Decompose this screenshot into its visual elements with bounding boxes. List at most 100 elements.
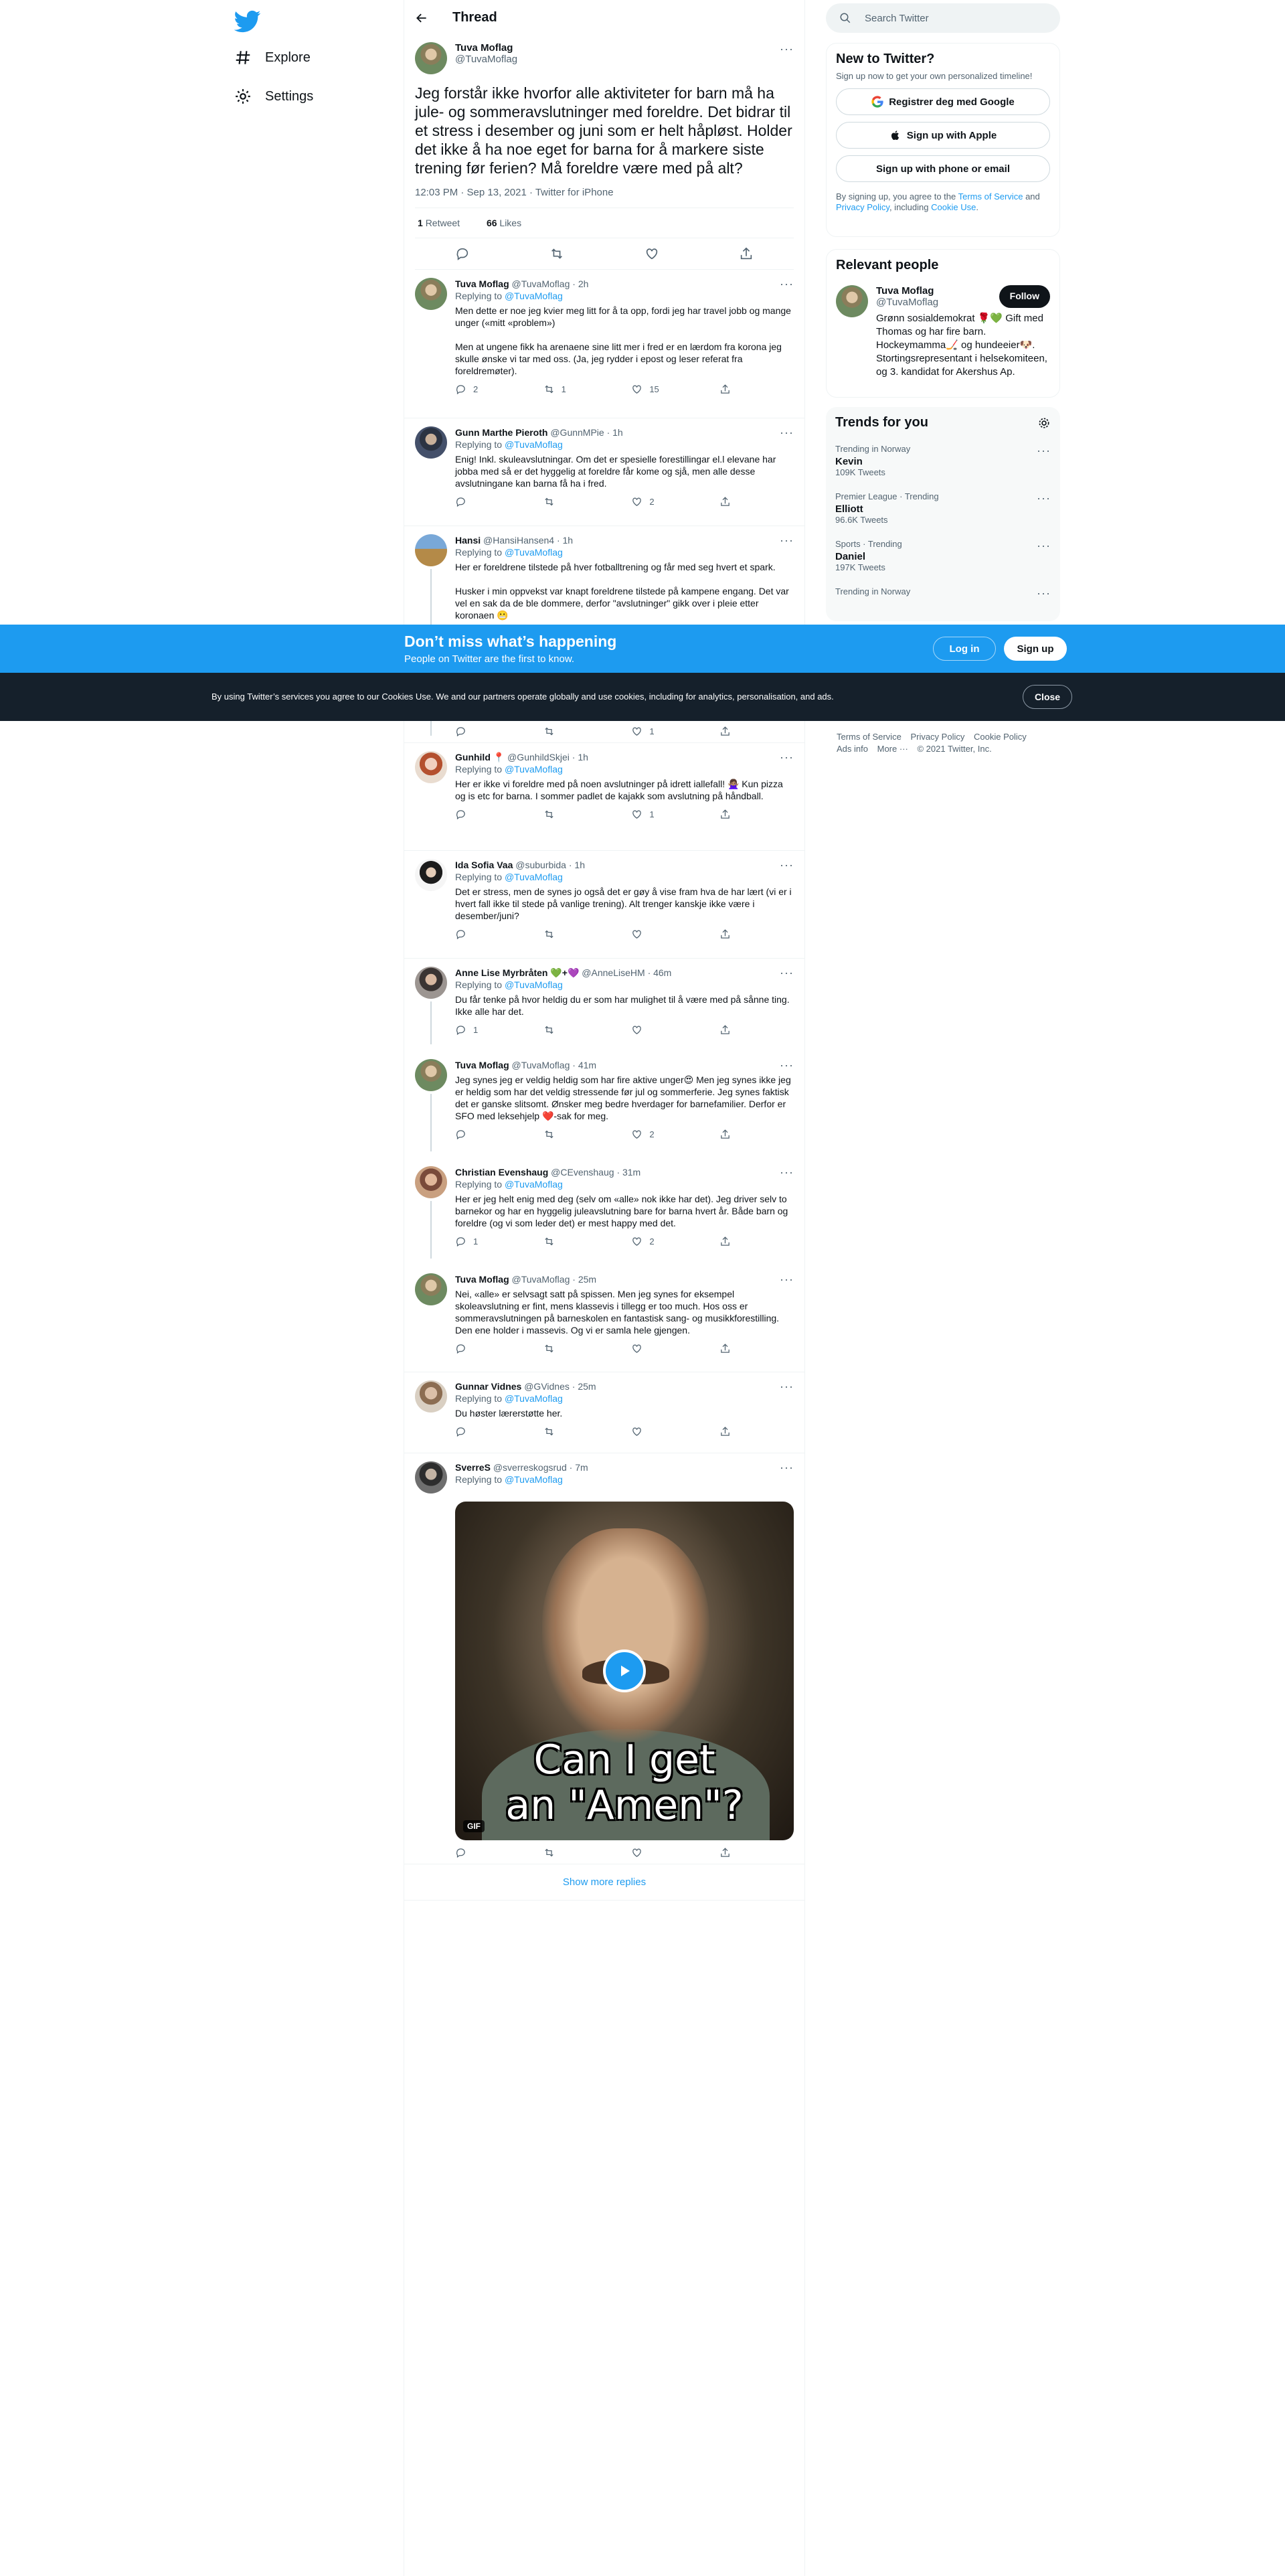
- avatar[interactable]: [415, 1461, 447, 1494]
- more-options-icon[interactable]: ···: [780, 1461, 794, 1473]
- author-name[interactable]: Tuva Moflag: [455, 1274, 509, 1285]
- author-handle[interactable]: @suburbida: [515, 860, 566, 870]
- twitter-bird-icon[interactable]: [234, 8, 261, 35]
- retweet-button[interactable]: [543, 929, 617, 940]
- trend-item[interactable]: Trending in Norway ···: [835, 586, 1051, 600]
- avatar[interactable]: [415, 278, 447, 310]
- avatar[interactable]: [415, 426, 447, 459]
- author-handle[interactable]: @TuvaMoflag: [512, 278, 570, 289]
- nav-settings[interactable]: Settings: [234, 79, 313, 114]
- more-options-icon[interactable]: ···: [1037, 491, 1051, 505]
- footer-cookie-link[interactable]: Cookie Policy: [974, 732, 1027, 742]
- footer-terms-link[interactable]: Terms of Service: [837, 732, 902, 742]
- more-options-icon[interactable]: ···: [1037, 539, 1051, 553]
- tweet-time[interactable]: · 1h: [569, 860, 585, 870]
- replying-to-link[interactable]: @TuvaMoflag: [505, 1474, 563, 1485]
- avatar[interactable]: [415, 1059, 447, 1091]
- retweets-stat[interactable]: 1 Retweet: [418, 218, 472, 228]
- author-handle[interactable]: @TuvaMoflag: [512, 1060, 570, 1070]
- reply-tweet[interactable]: Tuva Moflag @TuvaMoflag · 41m ··· Jeg syn…: [404, 1051, 804, 1158]
- footer-more-link[interactable]: More ···: [877, 744, 908, 754]
- tweet-time[interactable]: · 46m: [648, 967, 672, 978]
- author-name[interactable]: Gunnar Vidnes: [455, 1381, 521, 1392]
- google-signup-button[interactable]: Registrer deg med Google: [836, 88, 1050, 115]
- more-options-icon[interactable]: ···: [780, 278, 794, 290]
- like-button[interactable]: [631, 929, 705, 940]
- like-button[interactable]: 1: [631, 726, 705, 737]
- retweet-button[interactable]: [543, 1129, 617, 1140]
- more-options-icon[interactable]: ···: [780, 1380, 794, 1392]
- trend-item[interactable]: Trending in Norway Kevin 109K Tweets ···: [835, 444, 1051, 478]
- play-button[interactable]: [603, 1649, 646, 1692]
- tweet-time[interactable]: · 1h: [557, 535, 573, 546]
- share-button[interactable]: [719, 1343, 740, 1354]
- reply-tweet[interactable]: Christian Evenshaug @CEvenshaug · 31m ···…: [404, 1158, 804, 1265]
- author-name[interactable]: Gunhild 📍: [455, 752, 505, 762]
- reply-tweet[interactable]: Ida Sofia Vaa @suburbida · 1h ··· Replyin…: [404, 851, 804, 959]
- author-handle[interactable]: @GunhildSkjei: [507, 752, 570, 762]
- replying-to-link[interactable]: @TuvaMoflag: [505, 291, 563, 301]
- footer-privacy-link[interactable]: Privacy Policy: [910, 732, 964, 742]
- avatar[interactable]: [415, 1166, 447, 1198]
- more-options-icon[interactable]: ···: [780, 1273, 794, 1285]
- more-options-icon[interactable]: ···: [1037, 586, 1051, 600]
- reply-tweet[interactable]: Tuva Moflag @TuvaMoflag · 2h ··· Replying…: [404, 270, 804, 418]
- trend-item[interactable]: Premier League · Trending Elliott 96.6K …: [835, 491, 1051, 526]
- author-handle[interactable]: @TuvaMoflag: [455, 54, 780, 65]
- like-button[interactable]: [631, 1847, 705, 1858]
- more-options-icon[interactable]: ···: [780, 1059, 794, 1071]
- author-name[interactable]: Tuva Moflag: [455, 42, 780, 54]
- replying-to-link[interactable]: @TuvaMoflag: [505, 439, 563, 450]
- share-button[interactable]: [719, 1426, 740, 1437]
- phone-signup-button[interactable]: Sign up with phone or email: [836, 155, 1050, 182]
- avatar[interactable]: [415, 859, 447, 891]
- author-handle[interactable]: @AnneLiseHM: [582, 967, 645, 978]
- reply-button[interactable]: [455, 1343, 529, 1354]
- avatar[interactable]: [415, 1273, 447, 1305]
- more-options-icon[interactable]: ···: [780, 1166, 794, 1178]
- reply-tweet[interactable]: SverreS @sverreskogsrud · 7m ··· Replying…: [404, 1453, 804, 1864]
- like-button[interactable]: [631, 1426, 705, 1437]
- avatar[interactable]: [415, 534, 447, 566]
- author-name[interactable]: Ida Sofia Vaa: [455, 860, 513, 870]
- retweet-button[interactable]: [543, 1426, 617, 1437]
- retweet-button[interactable]: [543, 496, 617, 507]
- share-button[interactable]: [719, 1847, 740, 1858]
- author-name[interactable]: SverreS: [455, 1462, 491, 1473]
- reply-tweet[interactable]: Gunn Marthe Pieroth @GunnMPie · 1h ··· Re…: [404, 418, 804, 526]
- like-button[interactable]: [631, 1024, 705, 1036]
- reply-button[interactable]: [455, 809, 529, 820]
- tweet-time[interactable]: · 41m: [572, 1060, 596, 1070]
- tweet-time[interactable]: · 7m: [570, 1462, 588, 1473]
- author-handle[interactable]: @GunnMPie: [550, 427, 604, 438]
- like-button[interactable]: 2: [631, 1236, 705, 1247]
- author-name[interactable]: Tuva Moflag: [455, 1060, 509, 1070]
- cookie-use-link[interactable]: Cookie Use: [931, 202, 976, 212]
- reply-tweet[interactable]: Tuva Moflag @TuvaMoflag · 25m ··· Nei, «a…: [404, 1265, 804, 1372]
- likes-stat[interactable]: 66 Likes: [487, 218, 533, 228]
- like-button[interactable]: 2: [631, 496, 705, 507]
- reply-button[interactable]: 1: [455, 1024, 529, 1036]
- search-input[interactable]: Search Twitter: [826, 3, 1060, 33]
- author-handle[interactable]: @sverreskogsrud: [493, 1462, 567, 1473]
- gif-media[interactable]: Can I get an "Amen"? GIF: [455, 1502, 794, 1840]
- like-button[interactable]: [631, 1343, 705, 1354]
- author-name[interactable]: Tuva Moflag: [455, 278, 509, 289]
- tweet-time[interactable]: · 31m: [616, 1167, 640, 1178]
- reply-button[interactable]: 2: [455, 384, 529, 395]
- author-name[interactable]: Gunn Marthe Pieroth: [455, 427, 547, 438]
- apple-signup-button[interactable]: Sign up with Apple: [836, 122, 1050, 149]
- replying-to-link[interactable]: @TuvaMoflag: [505, 1179, 563, 1190]
- nav-explore[interactable]: Explore: [234, 40, 311, 75]
- retweet-icon[interactable]: [549, 246, 564, 261]
- author-name[interactable]: Hansi: [455, 535, 481, 546]
- trend-item[interactable]: Sports · Trending Daniel 197K Tweets ···: [835, 539, 1051, 573]
- share-button[interactable]: [719, 496, 740, 507]
- replying-to-link[interactable]: @TuvaMoflag: [505, 979, 563, 990]
- more-options-icon[interactable]: ···: [780, 859, 794, 871]
- retweet-button[interactable]: [543, 1343, 617, 1354]
- tweet-time[interactable]: · 25m: [572, 1381, 596, 1392]
- replying-to-link[interactable]: @TuvaMoflag: [505, 872, 563, 882]
- back-arrow-icon[interactable]: [415, 11, 428, 25]
- avatar[interactable]: [415, 1380, 447, 1413]
